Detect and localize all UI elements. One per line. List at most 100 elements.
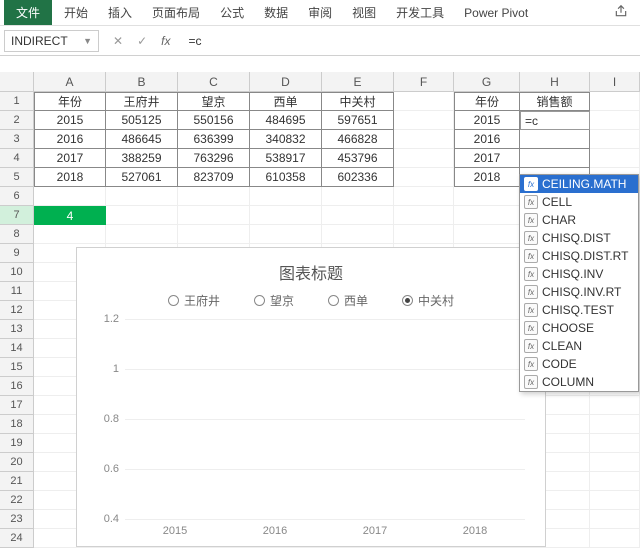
confirm-button[interactable]: ✓ bbox=[137, 34, 147, 48]
row-header[interactable]: 13 bbox=[0, 320, 34, 339]
cell[interactable] bbox=[34, 187, 106, 206]
cell[interactable] bbox=[178, 206, 250, 225]
tab-review[interactable]: 审阅 bbox=[298, 0, 342, 25]
autocomplete-item[interactable]: fxCHISQ.INV.RT bbox=[520, 283, 638, 301]
cell[interactable] bbox=[394, 130, 454, 149]
tab-view[interactable]: 视图 bbox=[342, 0, 386, 25]
cell[interactable] bbox=[590, 396, 640, 415]
row-header[interactable]: 23 bbox=[0, 510, 34, 529]
cell[interactable] bbox=[590, 510, 640, 529]
row-header[interactable]: 5 bbox=[0, 168, 34, 187]
cell[interactable] bbox=[454, 187, 520, 206]
cell[interactable]: 484695 bbox=[250, 111, 322, 130]
col-header[interactable]: E bbox=[322, 72, 394, 91]
chart[interactable]: 图表标题 王府井 望京 西单 中关村 1.2 1 0.8 0.6 0.4 201… bbox=[76, 247, 546, 547]
row-header[interactable]: 3 bbox=[0, 130, 34, 149]
cell[interactable]: 销售额 bbox=[520, 92, 590, 111]
tab-page-layout[interactable]: 页面布局 bbox=[142, 0, 210, 25]
cell[interactable] bbox=[322, 225, 394, 244]
cell[interactable]: 763296 bbox=[178, 149, 250, 168]
cell[interactable]: 602336 bbox=[322, 168, 394, 187]
select-all-corner[interactable] bbox=[0, 72, 34, 91]
legend-item[interactable]: 王府井 bbox=[168, 292, 220, 309]
cell[interactable] bbox=[106, 225, 178, 244]
row-header[interactable]: 16 bbox=[0, 377, 34, 396]
cell[interactable]: 2015 bbox=[454, 111, 520, 130]
cell[interactable] bbox=[394, 168, 454, 187]
cell[interactable]: 636399 bbox=[178, 130, 250, 149]
cell[interactable] bbox=[394, 149, 454, 168]
formula-input[interactable]: =c bbox=[180, 34, 640, 48]
autocomplete-item[interactable]: fxCHOOSE bbox=[520, 319, 638, 337]
cell[interactable] bbox=[178, 225, 250, 244]
autocomplete-item[interactable]: fxCODE bbox=[520, 355, 638, 373]
cell[interactable] bbox=[590, 111, 640, 130]
cell[interactable] bbox=[394, 187, 454, 206]
cell[interactable] bbox=[178, 187, 250, 206]
cell[interactable]: 2018 bbox=[454, 168, 520, 187]
row-header[interactable]: 15 bbox=[0, 358, 34, 377]
worksheet[interactable]: A B C D E F G H I 1年份王府井望京西单中关村年份销售额2201… bbox=[0, 72, 640, 548]
tab-formulas[interactable]: 公式 bbox=[210, 0, 254, 25]
name-box-dropdown-icon[interactable]: ▼ bbox=[83, 36, 92, 46]
cell[interactable]: 597651 bbox=[322, 111, 394, 130]
col-header[interactable]: D bbox=[250, 72, 322, 91]
row-header[interactable]: 19 bbox=[0, 434, 34, 453]
cell[interactable]: 中关村 bbox=[322, 92, 394, 111]
row-header[interactable]: 6 bbox=[0, 187, 34, 206]
cell[interactable]: 550156 bbox=[178, 111, 250, 130]
cell[interactable] bbox=[34, 225, 106, 244]
cell[interactable] bbox=[520, 130, 590, 149]
legend-item[interactable]: 中关村 bbox=[402, 292, 454, 309]
chart-title[interactable]: 图表标题 bbox=[77, 248, 545, 292]
cell[interactable] bbox=[394, 92, 454, 111]
cell[interactable]: 340832 bbox=[250, 130, 322, 149]
cell[interactable]: 823709 bbox=[178, 168, 250, 187]
autocomplete-item[interactable]: fxCLEAN bbox=[520, 337, 638, 355]
col-header[interactable]: A bbox=[34, 72, 106, 91]
formula-autocomplete[interactable]: fxCEILING.MATHfxCELLfxCHARfxCHISQ.DISTfx… bbox=[519, 174, 639, 392]
autocomplete-item[interactable]: fxCEILING.MATH bbox=[520, 175, 638, 193]
tab-data[interactable]: 数据 bbox=[254, 0, 298, 25]
cell[interactable] bbox=[590, 491, 640, 510]
col-header[interactable]: I bbox=[590, 72, 640, 91]
row-header[interactable]: 12 bbox=[0, 301, 34, 320]
autocomplete-item[interactable]: fxCHISQ.INV bbox=[520, 265, 638, 283]
autocomplete-item[interactable]: fxCHISQ.DIST bbox=[520, 229, 638, 247]
cell[interactable] bbox=[250, 225, 322, 244]
col-header[interactable]: B bbox=[106, 72, 178, 91]
cancel-button[interactable]: ✕ bbox=[113, 34, 123, 48]
legend-item[interactable]: 西单 bbox=[328, 292, 368, 309]
cell[interactable]: 538917 bbox=[250, 149, 322, 168]
cell[interactable] bbox=[590, 453, 640, 472]
row-header[interactable]: 22 bbox=[0, 491, 34, 510]
autocomplete-item[interactable]: fxCHISQ.TEST bbox=[520, 301, 638, 319]
cell[interactable] bbox=[394, 225, 454, 244]
autocomplete-item[interactable]: fxCOLUMN bbox=[520, 373, 638, 391]
cell[interactable] bbox=[590, 434, 640, 453]
cell[interactable]: 388259 bbox=[106, 149, 178, 168]
cell[interactable]: 4 bbox=[34, 206, 106, 225]
row-header[interactable]: 1 bbox=[0, 92, 34, 111]
share-button[interactable] bbox=[606, 0, 636, 25]
cell[interactable]: 505125 bbox=[106, 111, 178, 130]
legend-item[interactable]: 望京 bbox=[254, 292, 294, 309]
row-header[interactable]: 14 bbox=[0, 339, 34, 358]
cell[interactable] bbox=[322, 187, 394, 206]
cell[interactable]: 2015 bbox=[34, 111, 106, 130]
cell[interactable]: 2018 bbox=[34, 168, 106, 187]
cell[interactable] bbox=[590, 472, 640, 491]
row-header[interactable]: 7 bbox=[0, 206, 34, 225]
cell[interactable] bbox=[106, 187, 178, 206]
cell[interactable] bbox=[590, 130, 640, 149]
cell[interactable]: 527061 bbox=[106, 168, 178, 187]
row-header[interactable]: 10 bbox=[0, 263, 34, 282]
cell[interactable] bbox=[590, 529, 640, 548]
cell[interactable] bbox=[590, 149, 640, 168]
cell[interactable] bbox=[322, 206, 394, 225]
autocomplete-item[interactable]: fxCHISQ.DIST.RT bbox=[520, 247, 638, 265]
cell[interactable] bbox=[454, 225, 520, 244]
cell[interactable]: 610358 bbox=[250, 168, 322, 187]
cell[interactable]: 453796 bbox=[322, 149, 394, 168]
row-header[interactable]: 11 bbox=[0, 282, 34, 301]
